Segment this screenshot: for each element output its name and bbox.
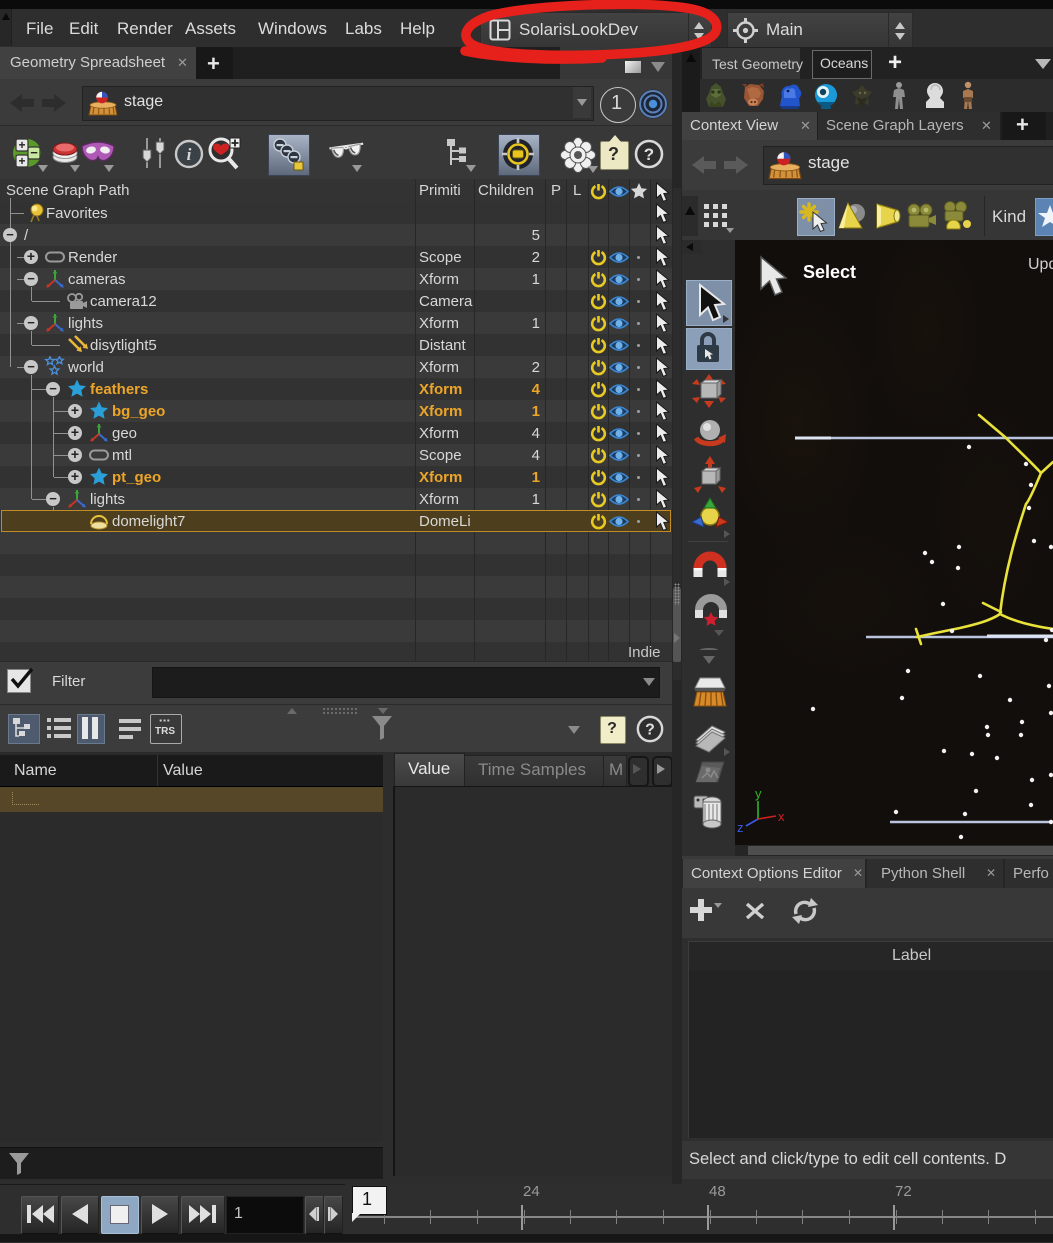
svg-text:?: ? — [645, 722, 655, 739]
svg-text:y: y — [755, 786, 762, 801]
svg-text:−: − — [30, 145, 38, 160]
svg-text:i: i — [187, 145, 192, 164]
svg-text:x: x — [778, 809, 785, 824]
svg-text:?: ? — [644, 145, 654, 164]
svg-text:+: + — [18, 138, 25, 152]
svg-text:z: z — [737, 820, 744, 835]
svg-text:+: + — [18, 154, 25, 168]
